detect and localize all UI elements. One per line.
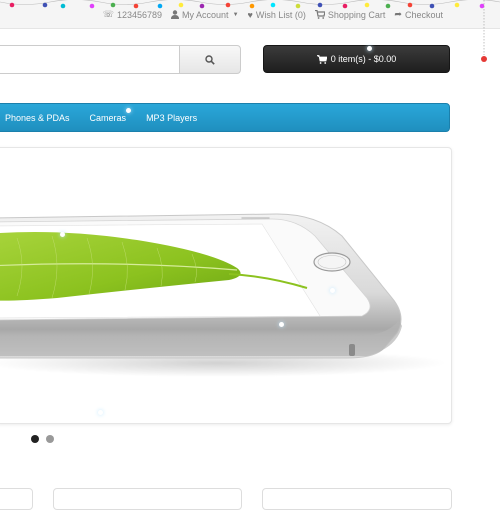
nav-item-cameras[interactable]: Cameras <box>80 113 137 123</box>
my-account-label: My Account <box>182 9 229 20</box>
search-button[interactable] <box>179 45 241 74</box>
snowflake-decoration <box>126 108 131 113</box>
nav-item-phones-pdas[interactable]: Phones & PDAs <box>0 113 80 123</box>
search-icon <box>205 54 215 65</box>
caret-down-icon: ▼ <box>232 11 239 18</box>
product-card[interactable] <box>0 488 33 510</box>
shopping-cart-link[interactable]: Shopping Cart <box>314 9 386 20</box>
checkout-link[interactable]: ➦ Checkout <box>394 9 443 20</box>
user-icon <box>171 10 180 19</box>
main-nav: Phones & PDAs Cameras MP3 Players <box>0 103 450 132</box>
cart-button-label: 0 item(s) - $0.00 <box>330 54 397 64</box>
snowflake-decoration <box>367 46 372 51</box>
phone-icon: ☏ <box>102 9 114 19</box>
snowflake-decoration <box>60 232 65 237</box>
snowflake-decoration <box>279 322 284 327</box>
nav-item-mp3-players[interactable]: MP3 Players <box>136 113 207 123</box>
slideshow-dot-2[interactable] <box>46 435 54 443</box>
top-bar: ☏ 123456789 My Account ▼ ♥ Wish List (0)… <box>0 0 500 29</box>
product-card[interactable] <box>262 488 452 510</box>
top-links: ☏ 123456789 My Account ▼ ♥ Wish List (0)… <box>103 9 443 20</box>
snowflake-decoration <box>330 288 335 293</box>
wishlist-label: Wish List (0) <box>255 9 306 20</box>
slideshow-pager <box>31 435 54 443</box>
checkout-label: Checkout <box>404 9 443 20</box>
phone-link[interactable]: ☏ 123456789 <box>103 9 162 20</box>
cart-button[interactable]: 0 item(s) - $0.00 <box>263 45 450 73</box>
phone-number: 123456789 <box>116 9 163 20</box>
search-bar <box>0 45 242 74</box>
slideshow-dot-1[interactable] <box>31 435 39 443</box>
product-card[interactable] <box>53 488 242 510</box>
search-input[interactable] <box>0 45 187 74</box>
wishlist-link[interactable]: ♥ Wish List (0) <box>248 10 306 20</box>
shopping-cart-label: Shopping Cart <box>327 9 386 20</box>
iphone-slide-image[interactable] <box>0 148 451 423</box>
share-icon: ➦ <box>394 9 402 19</box>
slideshow <box>0 147 452 424</box>
shopping-cart-icon <box>314 10 325 19</box>
heart-icon: ♥ <box>247 9 253 20</box>
cart-icon <box>316 54 327 64</box>
hanging-ornament-decoration <box>481 0 487 62</box>
snowflake-decoration <box>98 410 103 415</box>
my-account-link[interactable]: My Account ▼ <box>171 9 239 20</box>
